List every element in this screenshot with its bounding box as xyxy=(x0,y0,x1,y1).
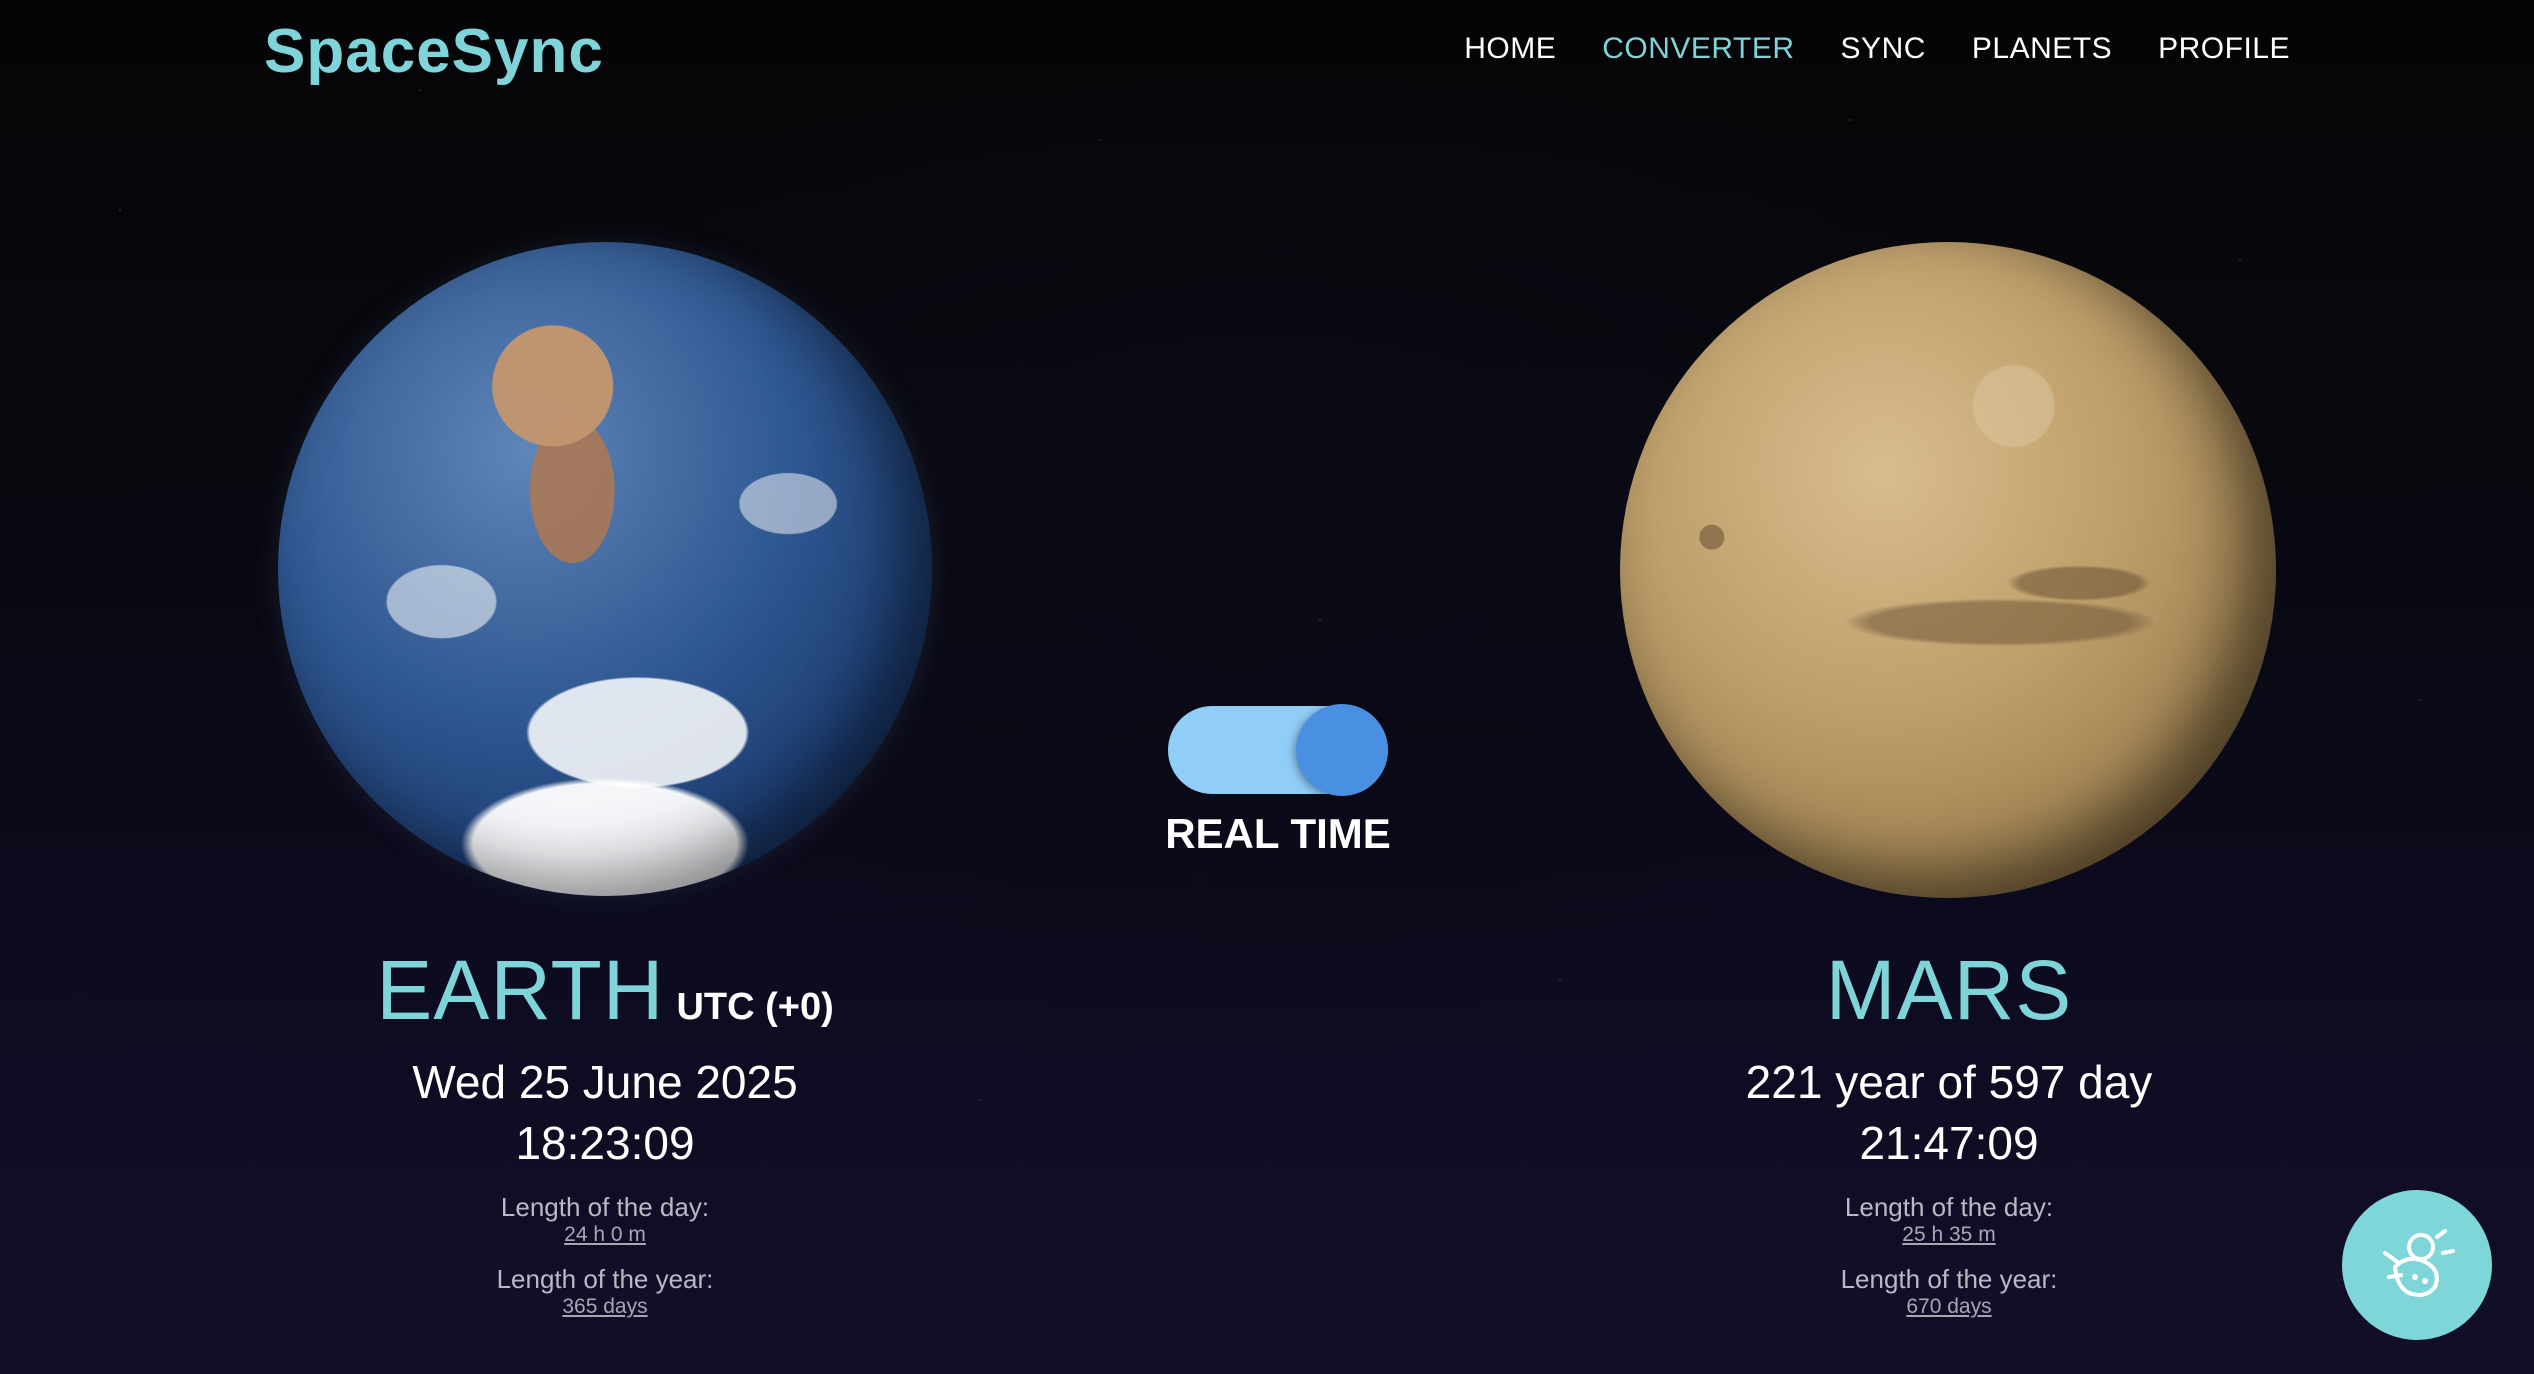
mars-name: MARS xyxy=(1825,943,2073,1037)
toggle-knob[interactable] xyxy=(1296,704,1388,796)
earth-day-length-value[interactable]: 24 h 0 m xyxy=(255,1222,955,1248)
mars-time: 21:47:09 xyxy=(1859,1117,2039,1169)
astronaut-icon xyxy=(2375,1223,2459,1307)
earth-name: EARTH xyxy=(376,943,665,1037)
mars-title-row: MARS xyxy=(1599,940,2299,1040)
nav-item-sync[interactable]: SYNC xyxy=(1841,24,1926,74)
nav-item-planets[interactable]: PLANETS xyxy=(1972,24,2112,74)
mars-year-length-value[interactable]: 670 days xyxy=(1599,1294,2299,1320)
earth-timezone: UTC (+0) xyxy=(676,986,834,1028)
assistant-fab-button[interactable] xyxy=(2342,1190,2492,1340)
brand-logo[interactable]: SpaceSync xyxy=(264,14,604,90)
earth-time: 18:23:09 xyxy=(515,1117,695,1169)
earth-year-length-label: Length of the year: xyxy=(496,1264,714,1294)
mars-date: 221 year of 597 day xyxy=(1745,1056,2153,1108)
earth-info-panel: EARTH UTC (+0) Wed 25 June 2025 18:23:09 … xyxy=(255,940,955,1320)
real-time-toggle[interactable] xyxy=(1168,704,1388,796)
earth-year-length-value[interactable]: 365 days xyxy=(255,1294,955,1320)
earth-title-row: EARTH UTC (+0) xyxy=(255,940,955,1040)
earth-day-length-label: Length of the day: xyxy=(500,1192,710,1222)
nav-item-home[interactable]: HOME xyxy=(1464,24,1556,74)
main-nav: HOME CONVERTER SYNC PLANETS PROFILE xyxy=(1464,24,2290,74)
nav-item-converter[interactable]: CONVERTER xyxy=(1602,24,1794,74)
real-time-label: REAL TIME xyxy=(1165,810,1391,857)
earth-date: Wed 25 June 2025 xyxy=(412,1056,798,1108)
mars-info-panel: MARS 221 year of 597 day 21:47:09 Length… xyxy=(1599,940,2299,1320)
nav-item-profile[interactable]: PROFILE xyxy=(2158,24,2290,74)
earth-image xyxy=(278,242,932,896)
mars-image xyxy=(1620,242,2276,898)
mars-year-length-label: Length of the year: xyxy=(1840,1264,2058,1294)
mars-day-length-value[interactable]: 25 h 35 m xyxy=(1599,1222,2299,1248)
mars-day-length-label: Length of the day: xyxy=(1844,1192,2054,1222)
